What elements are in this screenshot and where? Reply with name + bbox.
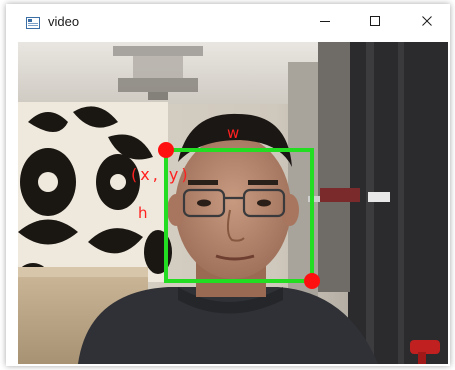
minimize-button[interactable] <box>302 4 348 42</box>
title-bar[interactable]: video <box>6 4 450 42</box>
maximize-icon <box>369 14 381 32</box>
window-title: video <box>48 14 80 29</box>
floral-wallpaper <box>18 102 172 291</box>
camera-image <box>18 42 448 364</box>
top-left-marker <box>158 142 174 158</box>
video-window: video w h (x, y) <box>6 4 450 366</box>
close-button[interactable] <box>404 4 450 42</box>
maximize-button[interactable] <box>352 4 398 42</box>
minimize-icon <box>319 14 331 32</box>
height-label: h <box>138 204 149 222</box>
video-frame: w h (x, y) <box>18 42 448 364</box>
width-label: w <box>227 124 241 142</box>
close-icon <box>421 14 433 32</box>
video-window-icon <box>26 16 40 29</box>
bottom-right-marker <box>304 273 320 289</box>
origin-label: (x, y) <box>131 165 191 184</box>
